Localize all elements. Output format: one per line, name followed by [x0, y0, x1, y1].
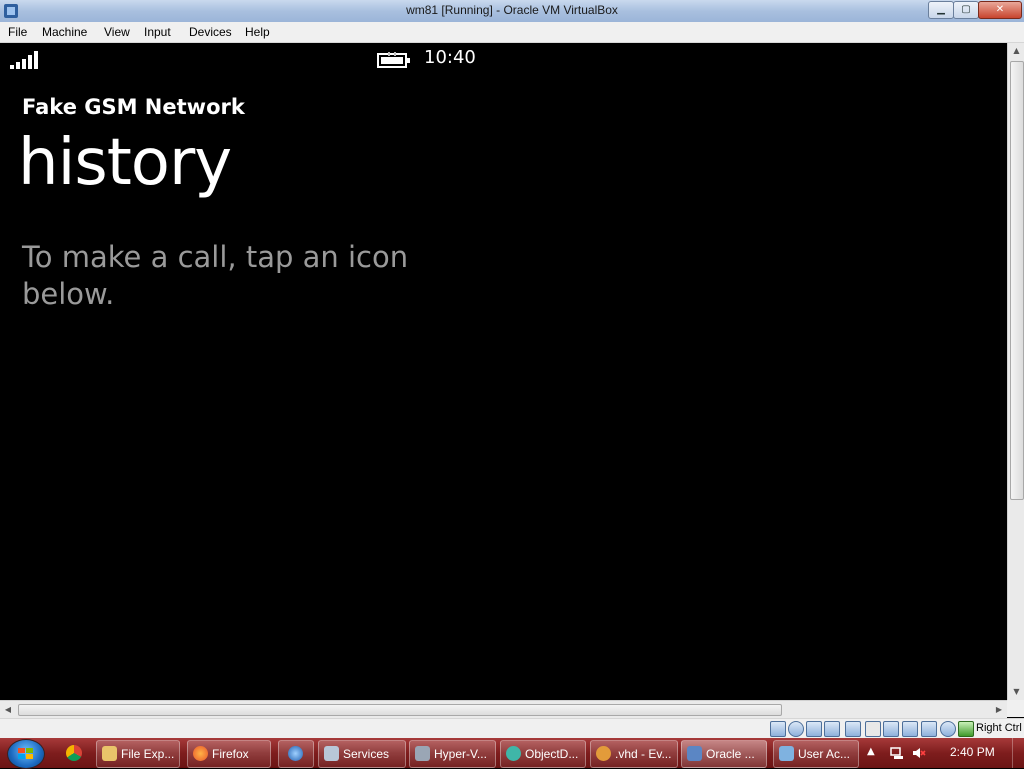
maximize-button[interactable]: ▢	[953, 1, 979, 19]
virtualization-icon[interactable]	[940, 721, 956, 737]
chrome-pinned[interactable]	[57, 741, 91, 765]
taskbar-item-label: File Exp...	[121, 747, 175, 761]
gears-icon	[324, 746, 339, 761]
taskbar-item-label: .vhd - Ev...	[615, 747, 672, 761]
taskbar-item-hyper-v[interactable]: Hyper-V...	[409, 740, 496, 768]
scrollbar-corner	[1007, 700, 1024, 717]
close-button[interactable]: ✕	[978, 1, 1022, 19]
taskbar-item-firefox[interactable]: Firefox	[187, 740, 271, 768]
hyper-v-icon	[415, 746, 430, 761]
taskbar-clock[interactable]: 2:40 PM	[950, 745, 995, 759]
guest-additions-icon[interactable]	[921, 721, 937, 737]
windows-logo-icon	[18, 748, 33, 759]
battery-charging-icon	[377, 52, 410, 68]
taskbar-item-label: Services	[343, 747, 390, 761]
audio-icon[interactable]	[806, 721, 822, 737]
taskbar-item-label: User Ac...	[798, 747, 851, 761]
taskbar-item-oracle-vm[interactable]: Oracle ...	[681, 740, 767, 768]
virtualbox-cube-icon	[687, 746, 702, 761]
object-icon	[506, 746, 521, 761]
horizontal-scrollbar[interactable]: ◀ ▶	[0, 700, 1007, 718]
windows-taskbar: File Exp... Firefox Services Hyper-V... …	[0, 738, 1024, 769]
video-capture-icon[interactable]	[902, 721, 918, 737]
phone-clock: 10:40	[424, 47, 476, 68]
taskbar-item-label: Hyper-V...	[434, 747, 487, 761]
taskbar-item-label: Firefox	[212, 747, 249, 761]
firefox-icon	[193, 746, 208, 761]
minimize-button[interactable]: ▁	[928, 1, 954, 19]
shared-folders-icon[interactable]	[865, 721, 881, 737]
empty-state-message: To make a call, tap an icon below.	[22, 240, 409, 311]
menu-machine[interactable]: Machine	[42, 25, 87, 39]
menu-view[interactable]: View	[104, 25, 130, 39]
window-title: wm81 [Running] - Oracle VM VirtualBox	[406, 3, 618, 17]
optical-drive-icon[interactable]	[788, 721, 804, 737]
taskbar-item-objectd[interactable]: ObjectD...	[500, 740, 586, 768]
host-key-label: Right Ctrl	[976, 722, 1022, 734]
network-tray-icon[interactable]	[890, 746, 904, 760]
vertical-scrollbar[interactable]: ▲ ▼	[1007, 43, 1024, 700]
menu-file[interactable]: File	[8, 25, 27, 39]
start-button[interactable]	[7, 739, 45, 769]
page-title: history	[18, 126, 232, 200]
chrome-icon	[66, 745, 82, 761]
scroll-left-arrow[interactable]: ◀	[0, 701, 16, 718]
network-name: Fake GSM Network	[22, 95, 245, 119]
show-desktop-button[interactable]	[1012, 738, 1024, 768]
hard-disk-icon[interactable]	[770, 721, 786, 737]
vm-status-bar: Right Ctrl	[0, 718, 1024, 738]
scroll-up-arrow[interactable]: ▲	[1008, 43, 1024, 59]
scroll-right-arrow[interactable]: ▶	[991, 701, 1007, 718]
show-hidden-icons-button[interactable]: ▲	[867, 746, 875, 757]
taskbar-item-services[interactable]: Services	[318, 740, 406, 768]
taskbar-item-file-explorer[interactable]: File Exp...	[96, 740, 180, 768]
title-bar: wm81 [Running] - Oracle VM VirtualBox ▁ …	[0, 0, 1024, 23]
network-adapter-icon[interactable]	[824, 721, 840, 737]
taskbar-item-app[interactable]	[278, 740, 314, 768]
menu-bar: File Machine View Input Devices Help	[0, 22, 1024, 43]
folder-icon	[102, 746, 117, 761]
vertical-scroll-thumb[interactable]	[1010, 61, 1024, 500]
menu-input[interactable]: Input	[144, 25, 171, 39]
taskbar-item-label: Oracle ...	[706, 747, 755, 761]
display-icon[interactable]	[883, 721, 899, 737]
mouse-integration-icon[interactable]	[958, 721, 974, 737]
search-icon	[596, 746, 611, 761]
app-icon	[288, 746, 303, 761]
taskbar-item-user-accounts[interactable]: User Ac...	[773, 740, 859, 768]
taskbar-item-vhd[interactable]: .vhd - Ev...	[590, 740, 678, 768]
vm-screen[interactable]: 10:40 Fake GSM Network history To make a…	[0, 43, 1007, 700]
users-icon	[779, 746, 794, 761]
taskbar-item-label: ObjectD...	[525, 747, 579, 761]
horizontal-scroll-thumb[interactable]	[18, 704, 782, 716]
scroll-down-arrow[interactable]: ▼	[1008, 684, 1024, 700]
usb-icon[interactable]	[845, 721, 861, 737]
signal-strength-icon	[10, 51, 38, 69]
volume-muted-icon[interactable]	[912, 746, 926, 760]
menu-devices[interactable]: Devices	[189, 25, 232, 39]
menu-help[interactable]: Help	[245, 25, 270, 39]
